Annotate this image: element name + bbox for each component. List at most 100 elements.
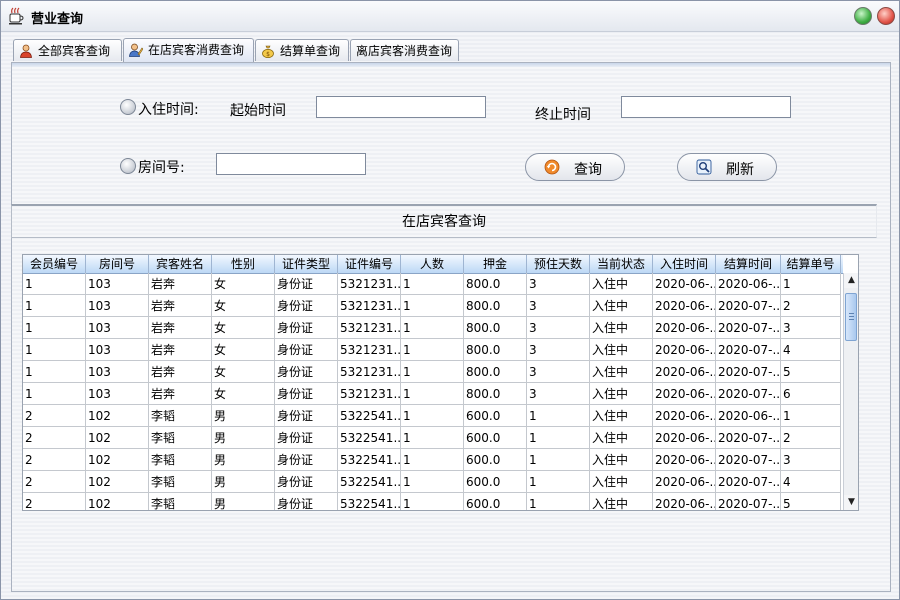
table-cell: 3 — [527, 383, 590, 405]
column-header[interactable]: 证件类型 — [275, 255, 338, 273]
tab-all-guests[interactable]: 全部宾客查询 — [13, 39, 122, 61]
end-time-label: 终止时间 — [535, 107, 591, 123]
table-cell: 身份证 — [275, 361, 338, 383]
table-cell: 入住中 — [590, 427, 653, 449]
column-header[interactable]: 宾客姓名 — [149, 255, 212, 273]
checkin-time-radio[interactable] — [120, 99, 136, 115]
room-number-input[interactable] — [216, 153, 366, 175]
tab-bill-query[interactable]: $ 结算单查询 — [255, 39, 349, 61]
tab-instore-consumption[interactable]: 在店宾客消费查询 — [123, 38, 254, 62]
table-cell: 1 — [23, 273, 86, 295]
table-cell: 1 — [527, 449, 590, 471]
table-cell: 1 — [401, 339, 464, 361]
tab-departed-consumption[interactable]: 离店宾客消费查询 — [350, 39, 459, 61]
table-cell: 岩奔 — [149, 273, 212, 295]
person-pencil-icon — [129, 43, 143, 57]
table-row[interactable]: 2 102 李韬男身份证 5322541... 1 600.0 1 入住中 2020-06-..… — [23, 471, 843, 493]
table-cell: 1 — [401, 405, 464, 427]
column-header[interactable]: 结算时间 — [716, 255, 781, 273]
column-header[interactable]: 入住时间 — [653, 255, 716, 273]
table-row[interactable]: 2 102 李韬男身份证 5322541... 1 600.0 1 入住中 2020-06-..… — [23, 427, 843, 449]
table-cell: 身份证 — [275, 317, 338, 339]
table-cell: 2020-07-... — [716, 361, 781, 383]
table-cell: 男 — [212, 405, 275, 427]
column-header[interactable]: 性别 — [212, 255, 275, 273]
table-cell: 男 — [212, 427, 275, 449]
table-cell: 身份证 — [275, 405, 338, 427]
table-cell: 入住中 — [590, 405, 653, 427]
table-cell: 入住中 — [590, 383, 653, 405]
column-header[interactable]: 会员编号 — [23, 255, 86, 273]
table-cell: 5321231... — [338, 273, 401, 295]
close-button[interactable] — [877, 7, 895, 25]
query-button[interactable]: 查询 — [525, 153, 625, 181]
table-cell: 身份证 — [275, 427, 338, 449]
table-cell: 6 — [781, 383, 841, 405]
table-cell: 1 — [527, 471, 590, 493]
magnifier-icon — [696, 159, 712, 175]
column-header[interactable]: 证件编号 — [338, 255, 401, 273]
column-header[interactable]: 房间号 — [86, 255, 149, 273]
column-header[interactable]: 人数 — [401, 255, 464, 273]
minimize-button[interactable] — [854, 7, 872, 25]
table-cell: 5321231... — [338, 317, 401, 339]
table-cell: 1 — [23, 317, 86, 339]
vertical-scrollbar[interactable]: ▲ ▼ — [843, 273, 858, 510]
column-header[interactable]: 当前状态 — [590, 255, 653, 273]
table-row[interactable]: 2 102 李韬男身份证 5322541... 1 600.0 1 入住中 2020-06-..… — [23, 493, 843, 510]
table-row[interactable]: 2 102 李韬男身份证 5322541... 1 600.0 1 入住中 2020-06-..… — [23, 405, 843, 427]
scroll-down-icon[interactable]: ▼ — [844, 495, 858, 510]
table-row[interactable]: 1 103 岩奔女身份证 5321231... 1 800.0 3 入住中 2020-06-..… — [23, 273, 843, 295]
table-row[interactable]: 1 103 岩奔女身份证 5321231... 1 800.0 3 入住中 2020-06-..… — [23, 361, 843, 383]
table-cell: 1 — [401, 295, 464, 317]
column-header[interactable]: 押金 — [464, 255, 527, 273]
table-row[interactable]: 1 103 岩奔女身份证 5321231... 1 800.0 3 入住中 2020-06-..… — [23, 295, 843, 317]
table-cell: 李韬 — [149, 493, 212, 510]
table-row[interactable]: 2 102 李韬男身份证 5322541... 1 600.0 1 入住中 2020-06-..… — [23, 449, 843, 471]
table-cell: 102 — [86, 449, 149, 471]
table-row[interactable]: 1 103 岩奔女身份证 5321231... 1 800.0 3 入住中 2020-06-..… — [23, 383, 843, 405]
table-cell: 800.0 — [464, 295, 527, 317]
table-cell: 身份证 — [275, 449, 338, 471]
table-cell: 800.0 — [464, 339, 527, 361]
table-cell: 2020-07-... — [716, 493, 781, 510]
table-cell: 102 — [86, 493, 149, 510]
column-header[interactable]: 预住天数 — [527, 255, 590, 273]
column-header[interactable]: 结算单号 — [781, 255, 841, 273]
table-cell: 3 — [781, 449, 841, 471]
table-cell: 女 — [212, 361, 275, 383]
end-time-input[interactable] — [621, 96, 791, 118]
table-cell: 李韬 — [149, 405, 212, 427]
room-number-radio[interactable] — [120, 158, 136, 174]
table-row[interactable]: 1 103 岩奔女身份证 5321231... 1 800.0 3 入住中 2020-06-..… — [23, 317, 843, 339]
table-cell: 2020-06-... — [716, 405, 781, 427]
table-cell: 1 — [527, 427, 590, 449]
table-row[interactable]: 1 103 岩奔女身份证 5321231... 1 800.0 3 入住中 2020-06-..… — [23, 339, 843, 361]
table-cell: 1 — [23, 383, 86, 405]
app-window: 营业查询 全部宾客查询 在店宾客消费查询 $ 结算单查询 离店宾客消费查询 入住… — [0, 0, 900, 600]
table-cell: 岩奔 — [149, 339, 212, 361]
table-cell: 李韬 — [149, 471, 212, 493]
refresh-button[interactable]: 刷新 — [677, 153, 777, 181]
table-cell: 入住中 — [590, 273, 653, 295]
table-cell: 103 — [86, 317, 149, 339]
table-cell: 2 — [23, 427, 86, 449]
table-cell: 5 — [781, 361, 841, 383]
scroll-up-icon[interactable]: ▲ — [844, 273, 858, 288]
table-cell: 2020-06-... — [653, 383, 716, 405]
table-cell: 103 — [86, 361, 149, 383]
table-cell: 李韬 — [149, 427, 212, 449]
start-time-input[interactable] — [316, 96, 486, 118]
table-cell: 1 — [401, 317, 464, 339]
table-cell: 岩奔 — [149, 317, 212, 339]
table-cell: 5321231... — [338, 295, 401, 317]
table-cell: 女 — [212, 339, 275, 361]
table-cell: 1 — [401, 471, 464, 493]
scroll-thumb[interactable] — [845, 293, 857, 341]
table-cell: 2020-07-... — [716, 427, 781, 449]
table-cell: 男 — [212, 471, 275, 493]
table-cell: 103 — [86, 273, 149, 295]
table-cell: 2020-06-... — [716, 273, 781, 295]
table-cell: 2 — [23, 405, 86, 427]
table-cell: 5322541... — [338, 405, 401, 427]
